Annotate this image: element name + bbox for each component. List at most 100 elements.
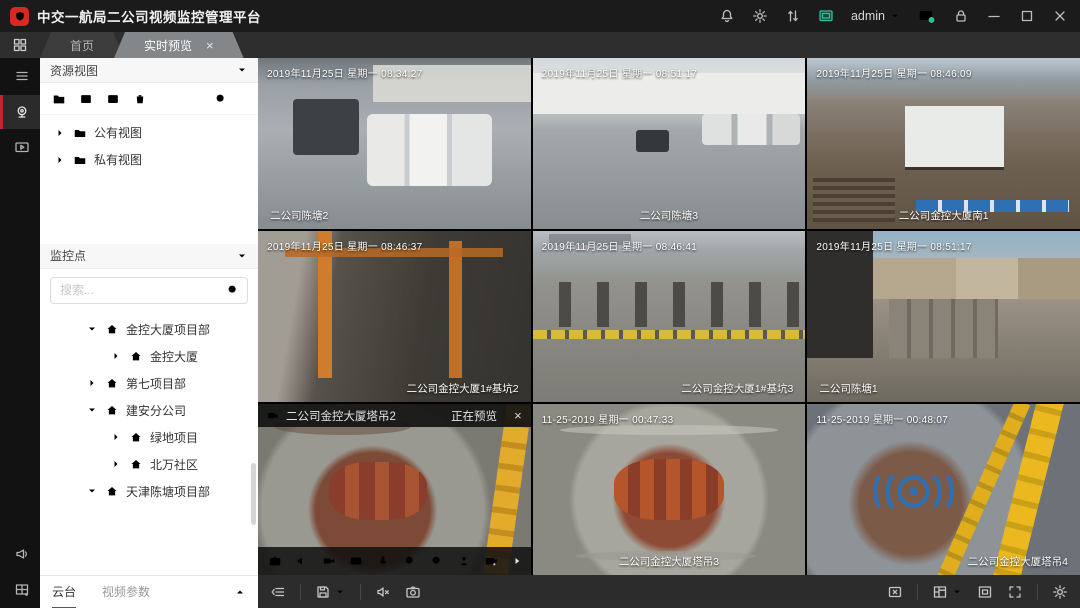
resource-view-title: 资源视图 (50, 62, 98, 79)
layout-select-button[interactable] (932, 584, 963, 600)
close-button[interactable] (1052, 8, 1068, 24)
delete-icon[interactable] (133, 92, 147, 106)
chevron-right-icon (54, 154, 66, 166)
video-cell-4[interactable]: 2019年11月25日 星期一 08:46:37 二公司金控大厦1#基坑2 (258, 231, 531, 402)
tree-scrollbar[interactable] (251, 463, 256, 525)
zoom-in-icon[interactable] (403, 554, 417, 568)
chevron-down-icon (86, 404, 98, 416)
video-wall-icon[interactable] (818, 8, 834, 24)
move-up-icon[interactable] (160, 92, 174, 106)
tab-video-params[interactable]: 视频参数 (102, 576, 150, 608)
sidebar-item-announce[interactable] (0, 537, 40, 571)
tab-home[interactable]: 首页 (40, 32, 124, 58)
menu-icon (14, 68, 30, 84)
resource-tree: 公有视图 私有视图 (40, 115, 258, 177)
user-menu[interactable]: admin (851, 9, 901, 23)
tree-item-site[interactable]: 天津陈塘项目部 (40, 478, 258, 505)
tab-bar: 首页 实时预览 × (0, 32, 1080, 58)
video-feed (807, 404, 1080, 575)
add-folder-icon[interactable] (52, 92, 66, 106)
snapshot-status-icon[interactable] (918, 7, 936, 25)
tree-item-site[interactable]: 金控大厦 (40, 343, 258, 370)
video-cell-6[interactable]: 2019年11月25日 星期一 08:51:17 二公司陈塘1 (807, 231, 1080, 402)
cell-close-icon[interactable]: × (514, 408, 522, 423)
save-view-button[interactable] (315, 584, 346, 600)
fullscreen-icon[interactable] (1007, 584, 1023, 600)
edit-icon[interactable] (106, 92, 120, 106)
video-feed (533, 404, 806, 575)
move-down-icon[interactable] (187, 92, 201, 106)
tab-ptz[interactable]: 云台 (52, 576, 76, 608)
video-cell-7-selected[interactable]: 二公司金控大厦塔吊2 正在预览 × (258, 404, 531, 575)
tree-item-site[interactable]: 第七项目部 (40, 370, 258, 397)
username: admin (851, 9, 885, 23)
more-controls-icon[interactable] (511, 555, 523, 567)
tree-item-site[interactable]: 绿地项目 (40, 424, 258, 451)
camera-icon (14, 104, 30, 120)
video-timestamp: 2019年11月25日 星期一 08:46:37 (267, 238, 422, 253)
snapshot-all-icon[interactable] (405, 584, 421, 600)
video-cell-3[interactable]: 2019年11月25日 星期一 08:46:09 二公司金控大厦南1 (807, 58, 1080, 229)
collapse-panel-icon[interactable] (270, 584, 286, 600)
video-cell-5[interactable]: 2019年11月25日 星期一 08:46:41 二公司金控大厦1#基坑3 (533, 231, 806, 402)
tab-live-label: 实时预览 (144, 37, 192, 54)
sidebar-item-wall[interactable] (0, 573, 40, 607)
chevron-right-icon (54, 127, 66, 139)
zoom-3d-icon[interactable] (430, 554, 444, 568)
tab-home-label: 首页 (70, 37, 94, 54)
tree-item-label: 金控大厦 (150, 348, 198, 365)
camera-name-overlay: 二公司陈塘3 (640, 208, 698, 223)
tab-video-params-label: 视频参数 (102, 583, 150, 600)
home-icon (105, 322, 119, 336)
tree-item-site[interactable]: 金控大厦项目部 (40, 316, 258, 343)
original-size-icon[interactable] (977, 584, 993, 600)
tab-close-icon[interactable]: × (206, 38, 214, 53)
scene-shape (702, 114, 800, 145)
mic-icon[interactable] (376, 554, 390, 568)
search-input[interactable] (50, 277, 248, 304)
resource-view-header[interactable]: 资源视图 (40, 58, 258, 83)
sidebar-item-live-view[interactable] (0, 95, 40, 129)
apps-grid-icon[interactable] (0, 32, 40, 58)
chevron-right-icon (110, 458, 122, 470)
chevron-down-icon (86, 323, 98, 335)
video-cell-8[interactable]: 11-25-2019 星期一 00:47:33 二公司金控大厦塔吊3 (533, 404, 806, 575)
tree-item-label: 天津陈塘项目部 (126, 483, 210, 500)
maximize-button[interactable] (1019, 8, 1035, 24)
search-icon[interactable] (214, 92, 228, 106)
snapshot-icon[interactable] (268, 554, 282, 568)
grid-settings-gear-icon[interactable] (1052, 584, 1068, 600)
notifications-bell-icon[interactable] (719, 8, 735, 24)
search-icon[interactable] (226, 283, 240, 297)
scene-shape (533, 282, 806, 326)
lock-icon[interactable] (953, 8, 969, 24)
minimize-button[interactable] (986, 8, 1002, 24)
scene-shape (636, 130, 669, 152)
sidebar-item-playback[interactable] (0, 131, 40, 165)
tree-item-site[interactable]: 建安分公司 (40, 397, 258, 424)
record-icon[interactable] (322, 554, 336, 568)
mute-all-icon[interactable] (375, 584, 391, 600)
person-locate-icon[interactable] (457, 554, 471, 568)
tree-item-site[interactable]: 北万社区 (40, 451, 258, 478)
add-view-icon[interactable] (79, 92, 93, 106)
resource-toolbar (40, 83, 258, 115)
settings-gear-icon[interactable] (752, 8, 768, 24)
transfer-arrows-icon[interactable] (785, 8, 801, 24)
chevron-up-icon[interactable] (234, 586, 246, 598)
preset-camera-icon[interactable] (484, 554, 498, 568)
video-cell-9[interactable]: 11-25-2019 星期一 00:48:07 二公司金控大厦塔吊4 (807, 404, 1080, 575)
playback-icon[interactable] (349, 554, 363, 568)
tree-item-private-views[interactable]: 私有视图 (40, 146, 258, 173)
mute-speaker-icon[interactable] (295, 554, 309, 568)
sidebar-item-menu[interactable] (0, 59, 40, 93)
cell-title-bar: 二公司金控大厦塔吊2 正在预览 × (258, 404, 531, 427)
tree-item-public-views[interactable]: 公有视图 (40, 119, 258, 146)
camera-name-overlay: 二公司金控大厦1#基坑3 (681, 381, 793, 396)
tab-live-preview[interactable]: 实时预览 × (114, 32, 244, 58)
close-all-icon[interactable] (887, 584, 903, 600)
video-cell-1[interactable]: 2019年11月25日 星期一 08:34:27 二公司陈塘2 (258, 58, 531, 229)
monitor-points-header[interactable]: 监控点 (40, 244, 258, 269)
tab-ptz-label: 云台 (52, 583, 76, 600)
video-cell-2[interactable]: 2019年11月25日 星期一 08:51:17 二公司陈塘3 (533, 58, 806, 229)
